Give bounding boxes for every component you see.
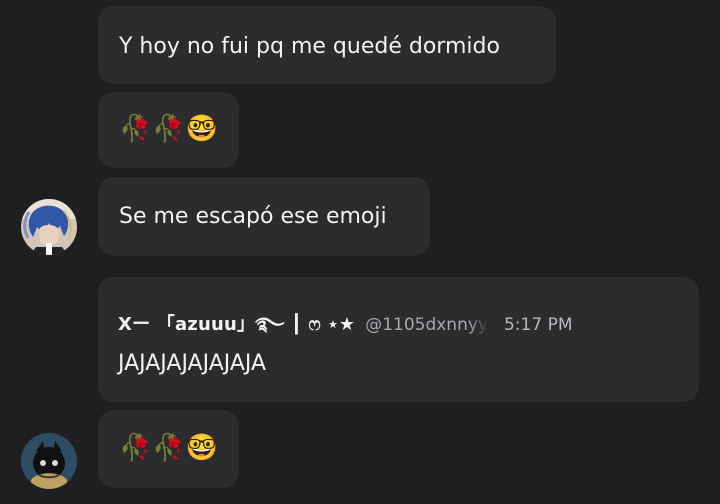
message-bubble[interactable]: 🥀🥀🤓 <box>98 92 239 168</box>
message-bubble[interactable]: 🥀🥀🤓 <box>98 410 239 488</box>
reply-handle[interactable]: @1105dxnnyy <box>365 315 488 335</box>
message-text: Se me escapó ese emoji <box>119 204 387 229</box>
message-bubble[interactable]: Se me escapó ese emoji <box>98 177 430 256</box>
message-emoji: 🥀🥀🤓 <box>119 433 220 463</box>
message-bubble[interactable]: Y hoy no fui pq me quedé dormido <box>98 6 556 84</box>
avatar[interactable] <box>21 199 77 255</box>
user-avatar-icon <box>21 199 77 255</box>
message-emoji: 🥀🥀🤓 <box>119 114 220 144</box>
message-text: JAJAJAJAJAJAJA <box>118 351 267 376</box>
reply-timestamp: 5:17 PM <box>503 315 573 335</box>
reply-username[interactable]: Xー 「azuuu」࿐ ┃ ෆ ⋆★ <box>118 305 355 355</box>
message-text: Y hoy no fui pq me quedé dormido <box>119 34 500 59</box>
avatar[interactable] <box>21 433 77 489</box>
reply-message-bubble[interactable]: Xー 「azuuu」࿐ ┃ ෆ ⋆★ @1105dxnnyy 5:17 PM J… <box>98 277 699 402</box>
user-avatar-icon <box>21 433 77 489</box>
reply-header: Xー 「azuuu」࿐ ┃ ෆ ⋆★ @1105dxnnyy 5:17 PM <box>118 305 572 355</box>
